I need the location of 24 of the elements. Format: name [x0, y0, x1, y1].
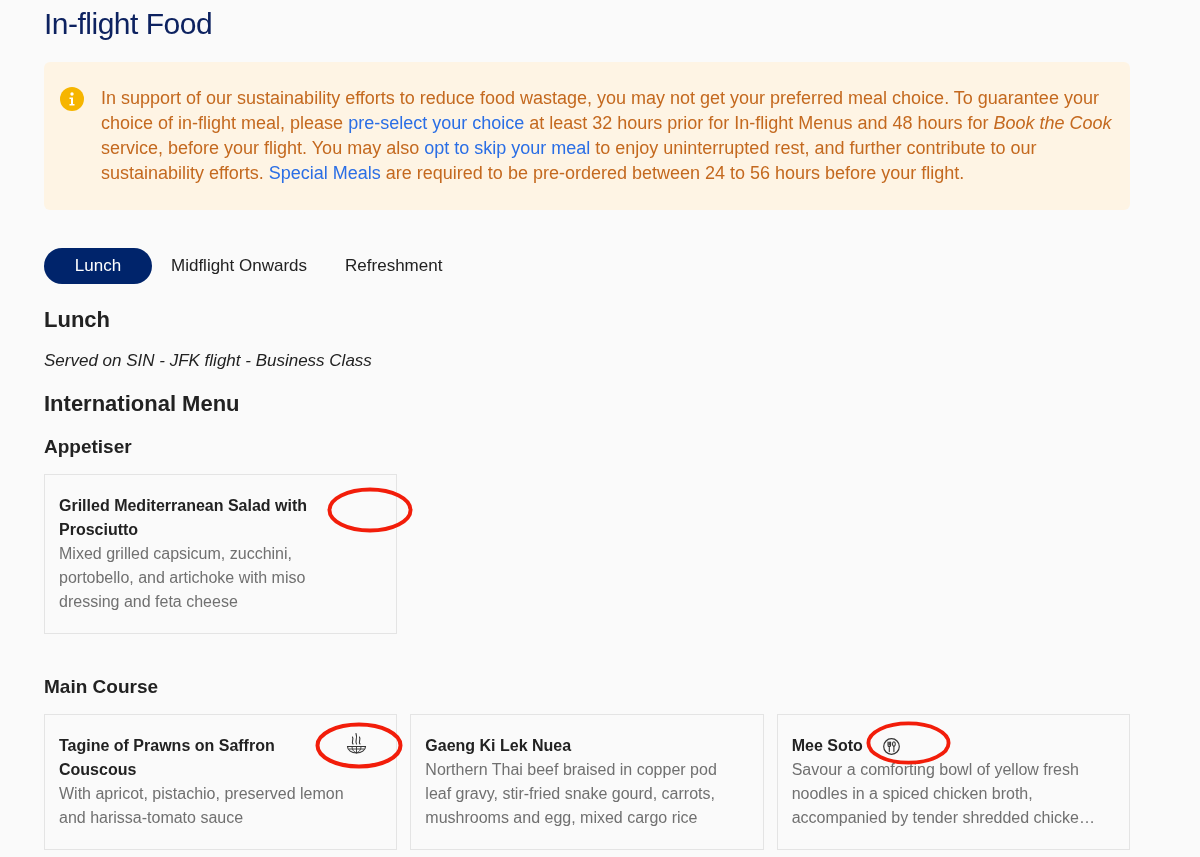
- flight-subtitle: Served on SIN - JFK flight - Business Class: [44, 350, 373, 372]
- meal-tab[interactable]: Refreshment: [326, 248, 462, 284]
- course-heading: Main Course: [44, 675, 160, 699]
- meal-heading: Lunch: [44, 306, 111, 334]
- notice-link[interactable]: opt to skip your meal: [424, 138, 591, 158]
- dish-name: Grilled Mediterranean Salad with Prosciutto: [59, 496, 309, 540]
- notice-text: In support of our sustainability efforts to reduce food wastage, you may not get your preferred meal choice. To guarantee your choice of in-flight meal, please pre-select your choice at least 32 hours prior for In-flight Menus and 48 hours for Book the Cook service, before your flight. You may also opt to skip your meal to enjoy uninterrupted rest, and further contribute to our sustainability efforts. Special Meals are required to be pre-ordered between 24 to 56 hours before your flight.: [101, 87, 1113, 185]
- steaming-dish-icon: [346, 732, 368, 754]
- notice-link[interactable]: pre-select your choice: [348, 113, 525, 133]
- dish-name: Gaeng Ki Lek Nuea: [425, 736, 572, 756]
- dish-name: Tagine of Prawns on Saffron Couscous: [59, 736, 276, 780]
- dish-description: Northern Thai beef braised in copper pod leaf gravy, stir-fried snake gourd, carrots, mushrooms and egg, mixed cargo rice: [425, 760, 718, 828]
- fork-spoon-icon: [882, 738, 900, 755]
- meal-tab[interactable]: Midflight Onwards: [152, 248, 327, 284]
- info-icon: [60, 87, 84, 111]
- page-title: In-flight Food: [44, 6, 214, 42]
- meal-tab[interactable]: Lunch: [44, 248, 152, 284]
- dish-description: Savour a comforting bowl of yellow fresh noodles in a spiced chicken broth, accompanied by tender shredded chicke…: [791, 760, 1096, 828]
- course-heading: Appetiser: [44, 435, 133, 459]
- menu-title: International Menu: [44, 390, 241, 418]
- dish-name: Mee Soto: [791, 736, 863, 756]
- notice-link[interactable]: Special Meals: [268, 163, 381, 183]
- dish-description: With apricot, pistachio, preserved lemon and harissa-tomato sauce: [59, 784, 345, 828]
- dish-description: Mixed grilled capsicum, zucchini, portobello, and artichoke with miso dressing and feta cheese: [59, 544, 307, 612]
